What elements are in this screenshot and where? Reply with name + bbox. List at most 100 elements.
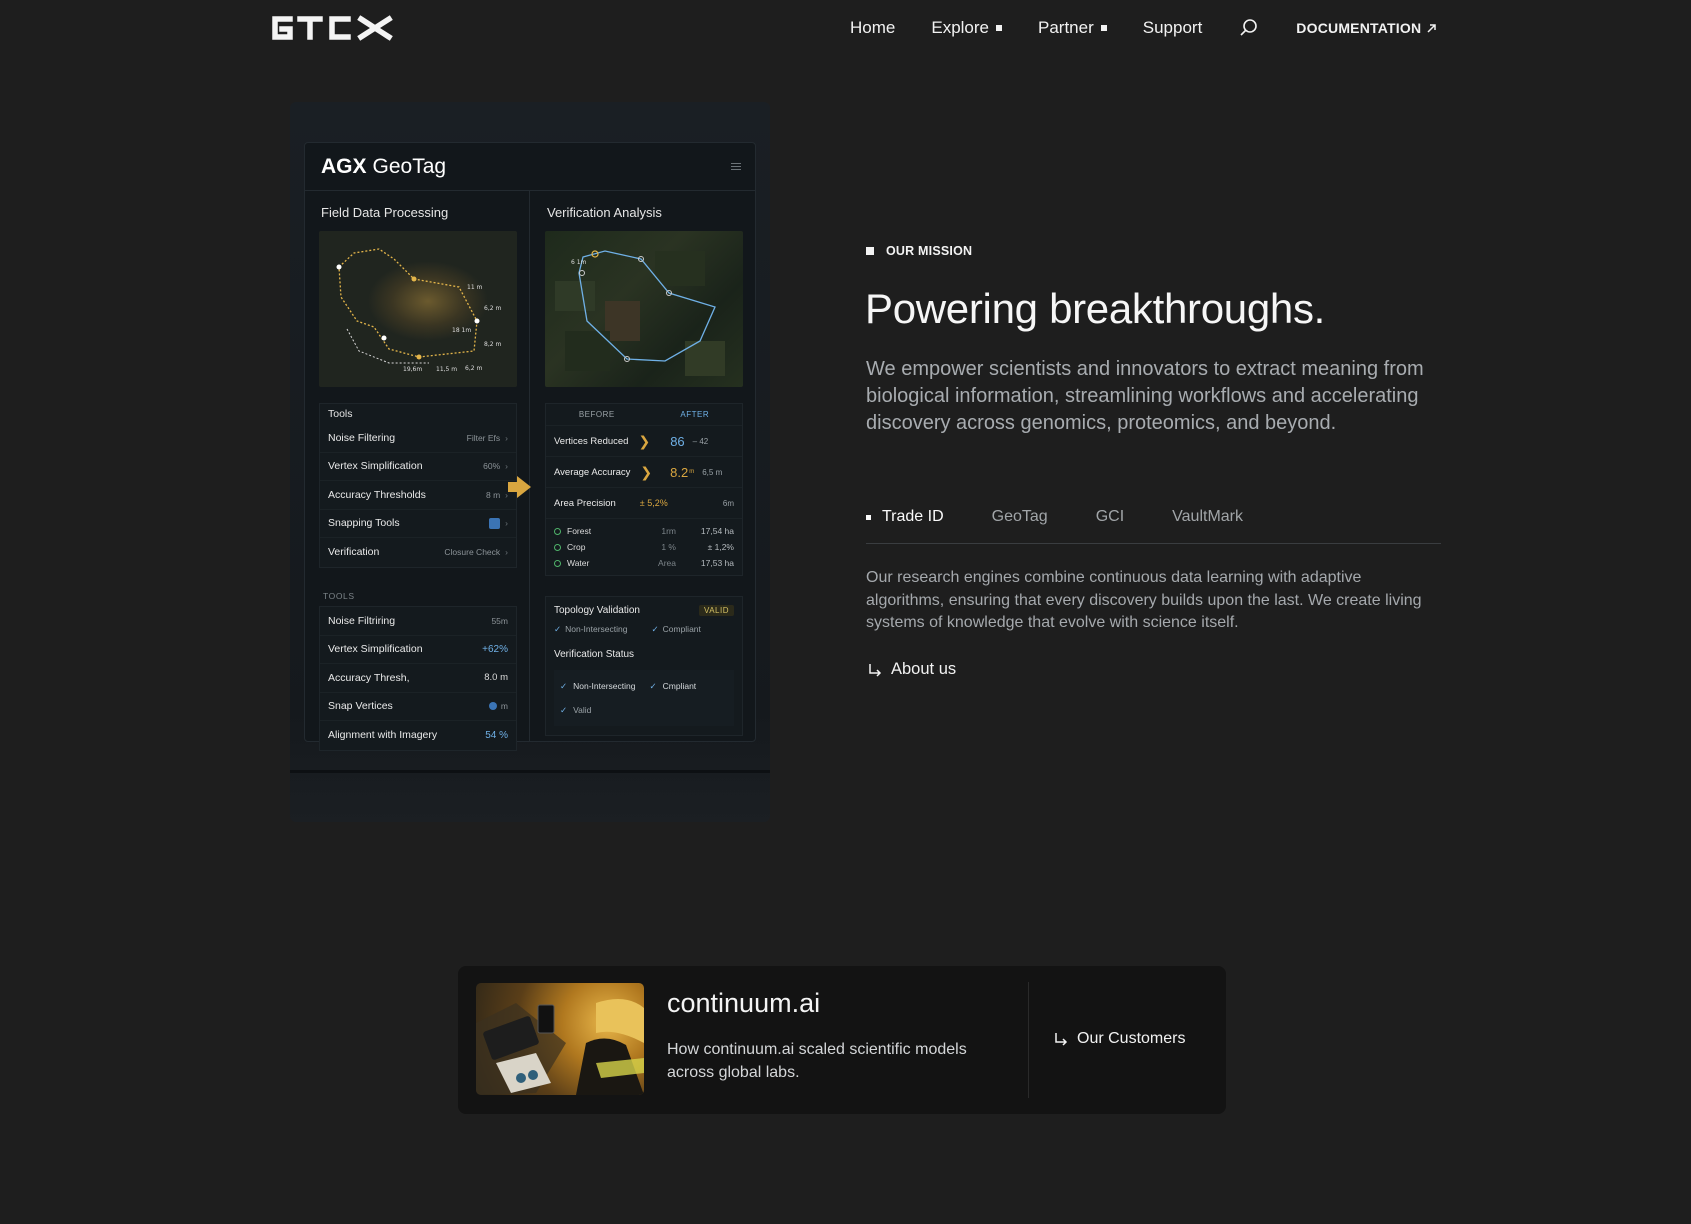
nav-explore[interactable]: Explore [931, 18, 1002, 38]
tab-label: GCI [1095, 508, 1125, 525]
square-bullet-icon [866, 247, 874, 255]
map-label: 11 m [467, 284, 483, 291]
nav-partner-label: Partner [1038, 18, 1094, 37]
map-label: 19,6m [403, 366, 422, 373]
checkbox-icon[interactable] [489, 517, 501, 529]
tab-description: Our research engines combine continuous … [866, 569, 1422, 631]
legend-value: 17,54 ha [700, 526, 734, 536]
tool-label: Accuracy Thresh, [328, 671, 410, 684]
corner-arrow-icon [869, 663, 882, 677]
legend-row: Water Area 17,53 ha [554, 555, 734, 571]
status-header: Verification Status [546, 643, 742, 666]
app-header: AGX GeoTag [305, 143, 755, 191]
status-row: ✓ Non-Intersecting ✓ Cmpliant [560, 674, 728, 698]
tool-row[interactable]: Snapping Tools › [320, 510, 516, 538]
before-label: BEFORE [578, 410, 615, 419]
documentation-label: DOCUMENTATION [1296, 20, 1422, 36]
legend-row: Crop 1 % ± 1,2% [554, 539, 734, 555]
active-tab-marker-icon [866, 515, 871, 520]
metric-sub: 6,5 m [702, 467, 723, 477]
chevron-right-icon: ❯ [640, 463, 653, 480]
tool-value: 8.0 m [484, 672, 508, 684]
check-item: ✓ Non-Intersecting [554, 624, 640, 635]
mission-eyebrow: OUR MISSION [866, 244, 972, 258]
search-icon[interactable] [1238, 17, 1260, 39]
metric-row: Vertices Reduced ❯ 86 – 42 [546, 426, 742, 457]
legend-row: Forest 1rm 17,54 ha [554, 523, 734, 539]
about-us-link[interactable]: About us [867, 660, 956, 679]
verification-map: 6 1m [545, 231, 743, 387]
nav-partner[interactable]: Partner [1038, 18, 1107, 38]
tool-value: m [500, 701, 508, 712]
field-boundary-overlay: 11 m 6,2 m 18 1m 8,2 m 19,6m 11,5 m 6,2 … [336, 248, 501, 373]
tool-label: Noise Filtriring [328, 614, 396, 627]
tab-trade-id[interactable]: Trade ID [866, 508, 944, 543]
tab-geotag[interactable]: GeoTag [992, 508, 1048, 543]
tool-row[interactable]: Accuracy Thresh, 8.0 m [320, 664, 516, 693]
tool-row[interactable]: Snap Vertices m [320, 693, 516, 721]
tool-label: Verification [328, 546, 380, 559]
our-customers-link[interactable]: Our Customers [1053, 1030, 1185, 1048]
customer-story-description: How continuum.ai scaled scientific model… [667, 1041, 967, 1081]
check-circle-icon [488, 702, 497, 711]
app-title: AGX GeoTag [321, 155, 446, 179]
field-worker-photo [476, 999, 644, 1095]
topology-label: Topology Validation [554, 605, 640, 616]
chevron-right-icon: › [505, 547, 508, 558]
check-item: ✓ Compliant [652, 624, 713, 635]
nav-explore-label: Explore [931, 18, 989, 37]
crop-marker-icon [554, 543, 561, 551]
tool-value: 60% [483, 461, 501, 472]
tab-vaultmark[interactable]: VaultMark [1172, 508, 1243, 543]
tool-label: Vertex Simplification [328, 460, 423, 473]
our-customers-label: Our Customers [1077, 1030, 1186, 1047]
card-divider [1028, 982, 1029, 1098]
verification-column: Verification Analysis 6 1m BEFORE AFTER V… [531, 191, 755, 741]
corner-arrow-icon [1055, 1033, 1068, 1046]
mission-intro: We empower scientists and innovators to … [866, 358, 1424, 434]
map-label: 8,2 m [484, 341, 501, 348]
gtcx-logo[interactable] [270, 14, 396, 42]
documentation-link[interactable]: DOCUMENTATION [1296, 20, 1437, 36]
tool-row[interactable]: Verification Closure Check › [320, 538, 516, 567]
legend-label: Crop [567, 542, 586, 552]
tab-gci[interactable]: GCI [1096, 508, 1124, 543]
metric-row: Area Precision ± 5,2% 6m [546, 488, 742, 519]
nav-links: Home Explore Partner Support DOCUMENTATI… [850, 17, 1437, 39]
tool-label: Noise Filtering [328, 431, 396, 444]
nav-support-label: Support [1142, 18, 1203, 37]
dropdown-marker-icon [996, 25, 1002, 31]
legend-value: 17,53 ha [700, 558, 734, 568]
tool-value: 55m [491, 615, 508, 626]
app-brand: AGX [321, 154, 367, 178]
mission-label: OUR MISSION [886, 244, 973, 258]
customer-story-card[interactable]: continuum.ai How continuum.ai scaled sci… [458, 966, 1226, 1114]
metric-unit: m [689, 469, 695, 475]
tab-label: GeoTag [991, 508, 1048, 525]
tool-label: Accuracy Thresholds [328, 488, 426, 501]
tool-row[interactable]: Noise Filtering Filter Efs › [320, 424, 516, 453]
tool-value: Closure Check [444, 547, 501, 558]
topology-header: Topology Validation VALID [546, 597, 742, 622]
tool-row[interactable]: Vertex Simplification 60% › [320, 453, 516, 481]
before-after-header: BEFORE AFTER [546, 404, 742, 426]
chevron-right-icon: › [505, 461, 508, 472]
panel-divider [290, 770, 770, 773]
tool-row[interactable]: Vertex Simplification +62% [320, 636, 516, 664]
tools-heading: Tools [328, 408, 353, 420]
land-cover-legend: Forest 1rm 17,54 ha Crop 1 % ± 1,2% Water Are… [546, 519, 742, 575]
check-label: Non-Intersecting [565, 624, 628, 634]
tool-row[interactable]: Accuracy Thresholds 8 m › [320, 481, 516, 510]
metric-value: ± 5,2% [639, 498, 668, 508]
nav-home[interactable]: Home [850, 18, 895, 38]
chevron-right-icon: › [505, 518, 508, 529]
legend-label: Forest [567, 526, 592, 536]
legend-mid: 1 % [661, 542, 676, 552]
tool-row[interactable]: Alignment with Imagery 54 % [320, 721, 516, 750]
metric-sub: 6m [722, 498, 734, 508]
tool-row[interactable]: Noise Filtriring 55m [320, 607, 516, 636]
tools-table: Tools Noise Filtering Filter Efs › Vertex … [319, 403, 517, 568]
verification-heading: Verification Analysis [547, 205, 662, 220]
nav-support[interactable]: Support [1143, 18, 1203, 38]
legend-mid: 1rm [661, 526, 676, 536]
